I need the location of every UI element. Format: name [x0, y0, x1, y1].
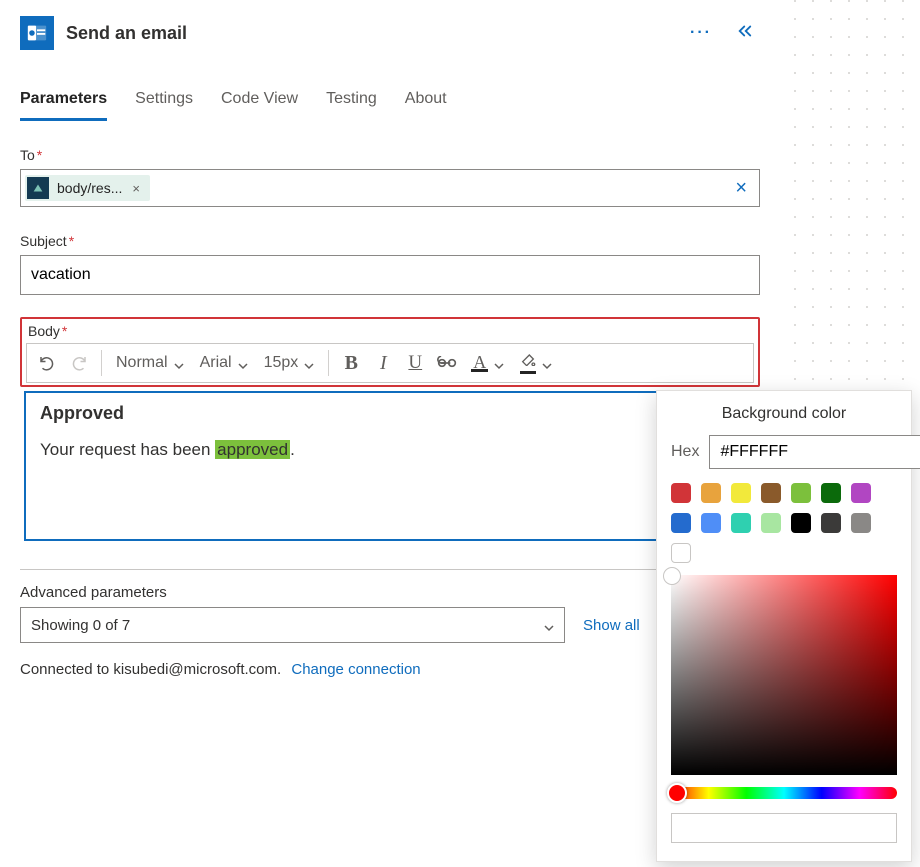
section-divider	[20, 569, 760, 570]
hue-slider[interactable]	[671, 787, 897, 799]
link-button[interactable]	[433, 348, 461, 378]
tab-testing[interactable]: Testing	[326, 84, 377, 120]
tab-about[interactable]: About	[405, 84, 447, 120]
font-family-select[interactable]: Arial	[194, 354, 254, 372]
chip-remove-button[interactable]: ×	[130, 181, 142, 196]
body-editor[interactable]: Approved Your request has been approved.	[24, 391, 756, 541]
color-swatch[interactable]	[731, 483, 751, 503]
redo-button[interactable]	[65, 348, 93, 378]
background-color-popup: Background color Hex	[656, 390, 912, 862]
color-swatch[interactable]	[701, 513, 721, 533]
color-swatch[interactable]	[701, 483, 721, 503]
undo-button[interactable]	[33, 348, 61, 378]
no-color-swatch[interactable]	[671, 543, 691, 563]
color-swatch[interactable]	[851, 513, 871, 533]
connection-row: Connected to kisubedi@microsoft.com. Cha…	[20, 661, 760, 678]
color-swatch[interactable]	[851, 483, 871, 503]
to-label: To*	[20, 147, 760, 163]
color-swatch[interactable]	[731, 513, 751, 533]
collapse-panel-button[interactable]	[730, 20, 760, 47]
advanced-parameters-label: Advanced parameters	[20, 584, 760, 601]
change-connection-link[interactable]: Change connection	[291, 661, 420, 678]
hex-label: Hex	[671, 443, 699, 461]
underline-button[interactable]: U	[401, 348, 429, 378]
saturation-picker[interactable]	[671, 575, 897, 775]
color-swatch[interactable]	[761, 483, 781, 503]
italic-button[interactable]: I	[369, 348, 397, 378]
dynamic-content-icon	[27, 177, 49, 199]
hue-thumb[interactable]	[667, 783, 687, 803]
bold-button[interactable]: B	[337, 348, 365, 378]
color-swatch[interactable]	[821, 483, 841, 503]
paragraph-style-select[interactable]: Normal	[110, 354, 190, 372]
advanced-parameters-select[interactable]: Showing 0 of 7	[20, 607, 565, 643]
rich-text-toolbar: Normal Arial 15px B I U A	[26, 343, 754, 383]
body-field-highlight: Body* Normal Arial 15px B I U A	[20, 317, 760, 387]
connection-text: Connected to kisubedi@microsoft.com.	[20, 661, 281, 678]
outlook-icon	[20, 16, 54, 50]
tab-settings[interactable]: Settings	[135, 84, 193, 120]
highlighted-text: approved	[215, 440, 290, 459]
color-swatch[interactable]	[671, 483, 691, 503]
popup-title: Background color	[671, 405, 897, 423]
subject-field: Subject*	[20, 233, 760, 295]
subject-input[interactable]	[20, 255, 760, 295]
body-heading: Approved	[40, 403, 740, 424]
tab-parameters[interactable]: Parameters	[20, 84, 107, 121]
hex-input[interactable]	[709, 435, 920, 469]
to-input[interactable]: body/res... × ×	[20, 169, 760, 207]
color-swatch[interactable]	[821, 513, 841, 533]
body-label: Body*	[22, 319, 758, 343]
panel-title: Send an email	[66, 23, 187, 44]
color-swatch[interactable]	[791, 513, 811, 533]
tab-code-view[interactable]: Code View	[221, 84, 298, 120]
body-line: Your request has been approved.	[40, 440, 740, 460]
font-color-button[interactable]: A	[465, 355, 510, 372]
more-options-button[interactable]: ···	[684, 20, 718, 46]
subject-label: Subject*	[20, 233, 760, 249]
highlight-color-button[interactable]	[514, 352, 558, 374]
chip-text: body/res...	[57, 180, 122, 196]
to-field: To* body/res... × ×	[20, 147, 760, 207]
color-swatch[interactable]	[671, 513, 691, 533]
saturation-thumb[interactable]	[663, 567, 681, 585]
color-swatch[interactable]	[761, 513, 781, 533]
tab-bar: Parameters Settings Code View Testing Ab…	[20, 84, 760, 121]
show-all-link[interactable]: Show all	[583, 617, 640, 634]
color-swatch[interactable]	[791, 483, 811, 503]
panel-header: Send an email ···	[20, 16, 760, 50]
color-swatches	[671, 483, 897, 563]
clear-to-button[interactable]: ×	[731, 177, 751, 200]
font-size-select[interactable]: 15px	[258, 354, 321, 372]
dynamic-content-chip[interactable]: body/res... ×	[25, 175, 150, 201]
color-extra-input[interactable]	[671, 813, 897, 843]
